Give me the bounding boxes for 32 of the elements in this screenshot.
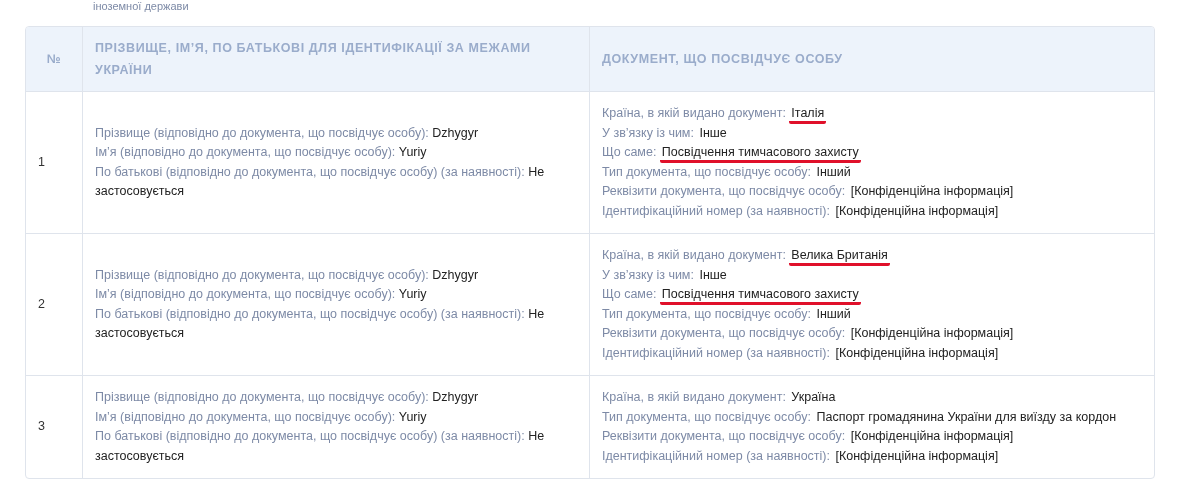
row-number: 2 xyxy=(26,233,83,376)
document-field: Реквізити документа, що посвідчує особу: [Конфіденційна інформація] xyxy=(602,427,1142,447)
name-field: По батькові (відповідно до документа, що посвідчує особу) (за наявності): Не застосовується xyxy=(95,427,577,466)
document-field: Країна, в якій видано документ: Україна xyxy=(602,388,1142,408)
row-number: 3 xyxy=(26,375,83,478)
document-field: Що саме: Посвідчення тимчасового захисту xyxy=(602,285,1142,305)
document-field: Країна, в якій видано документ: Італія xyxy=(602,104,1142,124)
name-field: Ім’я (відповідно до документа, що посвідчує особу): Yuriy xyxy=(95,143,577,163)
name-field: Прізвище (відповідно до документа, що посвідчує особу): Dzhygyr xyxy=(95,388,577,408)
column-header: ДОКУМЕНТ, ЩО ПОСВІДЧУЄ ОСОБУ xyxy=(589,27,1154,92)
document-field: У зв’язку із чим: Інше xyxy=(602,265,1142,285)
column-header: № xyxy=(26,27,83,92)
document-field: Тип документа, що посвідчує особу: Інший xyxy=(602,162,1142,182)
row-number: 1 xyxy=(26,91,83,234)
name-field: По батькові (відповідно до документа, що посвідчує особу) (за наявності): Не застосовується xyxy=(95,162,577,202)
document-field: Країна, в якій видано документ: Велика Британія xyxy=(602,246,1142,266)
document-field: Ідентифікаційний номер (за наявності): [Конфіденційна інформація] xyxy=(602,343,1142,363)
document-field: Ідентифікаційний номер (за наявності): [Конфіденційна інформація] xyxy=(602,446,1142,466)
name-field: Ім’я (відповідно до документа, що посвідчує особу): Yuriy xyxy=(95,407,577,427)
document-field: Реквізити документа, що посвідчує особу: [Конфіденційна інформація] xyxy=(602,324,1142,344)
document-field: Реквізити документа, що посвідчує особу: [Конфіденційна інформація] xyxy=(602,182,1142,202)
document-field: Тип документа, що посвідчує особу: Інший xyxy=(602,304,1142,324)
caption-text: іноземної держави xyxy=(92,0,190,14)
name-field: По батькові (відповідно до документа, що посвідчує особу) (за наявності): Не застосовується xyxy=(95,304,577,344)
name-field: Прізвище (відповідно до документа, що посвідчує особу): Dzhygyr xyxy=(95,123,577,143)
name-field: Ім’я (відповідно до документа, що посвідчує особу): Yuriy xyxy=(95,285,577,305)
document-field: Ідентифікаційний номер (за наявності): [Конфіденційна інформація] xyxy=(602,201,1142,221)
document-field: Що саме: Посвідчення тимчасового захисту xyxy=(602,143,1142,163)
name-field: Прізвище (відповідно до документа, що посвідчує особу): Dzhygyr xyxy=(95,265,577,285)
column-header: ПРІЗВИЩЕ, ІМ’Я, ПО БАТЬКОВІ ДЛЯ ІДЕНТИФІКАЦІЇ ЗА МЕЖАМИ УКРАЇНИ xyxy=(82,27,590,92)
document-field: У зв’язку із чим: Інше xyxy=(602,123,1142,143)
document-field: Тип документа, що посвідчує особу: Паспорт громадянина України для виїзду за кордон xyxy=(602,407,1142,427)
